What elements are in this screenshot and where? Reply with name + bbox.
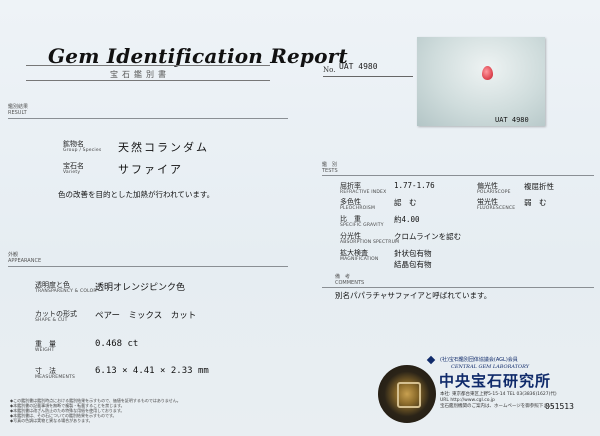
seal-emblem-icon [397,382,421,408]
serial-number: 051513 [545,402,574,411]
diamond-icon [426,355,436,365]
tests-rule [322,175,594,176]
magnification-value-2: 結晶包有物 [394,260,432,269]
report-no-underline [323,76,413,77]
fluorescence-label-en: FLUORESCENCE [477,206,516,211]
report-subtitle: 宝石鑑別書 [110,70,170,79]
result-heading: 鑑別結果 RESULT [8,104,28,116]
result-heading-en: RESULT [8,110,27,116]
report-number: UAT 4980 [339,62,378,71]
magnification-value: 針状包有物 [394,249,432,258]
ri-label-en: REFRACTIVE INDEX [340,190,387,195]
appearance-heading-en: APPEARANCE [8,258,42,264]
spectrum-value: クロムラインを認む [394,232,462,241]
cut-value: ペアー ミックス カット [95,311,197,321]
lab-address-note: 宝石鑑別機関のご案内は、ホームページを御参照下さい。 [440,404,557,409]
title-rule-bottom [26,80,270,81]
polariscope-label-en: POLARISCOPE [477,190,511,195]
lab-name-jp: 中央宝石研究所 [439,372,552,390]
tests-heading: 鑑 別 TESTS [322,162,338,174]
footnotes: ◆この鑑別書は鑑別時点における鑑別結果を示すもので、価値を証明するものではありま… [10,398,200,423]
photo-id-label: UAT 4980 [495,116,529,124]
species-label-en: Group / Species [63,148,102,153]
polariscope-value: 複屈折性 [524,182,554,191]
weight-value: 0.468 ct [95,339,139,349]
measurements-value: 6.13 × 4.41 × 2.33 mm [95,366,209,376]
footnote-item: ◆写真の色調は実物と異なる場合があります。 [10,418,93,423]
lab-seal [378,365,436,423]
magnification-label-en: MAGNIFICATION [340,257,379,262]
appearance-heading: 外観 APPEARANCE [8,252,41,264]
tests-heading-en: TESTS [322,168,338,174]
spectrum-label-en: ABSORPTION SPECTRUM [340,240,400,245]
remarks-heading-en: COMMENTS [335,280,365,286]
lab-membership: (社)宝石鑑別団体協議会(AGL)会員 [440,357,518,363]
measurements-label-en: MEASUREMENTS [35,375,76,380]
color-label-en: TRANSPARENCY & COLOR [35,289,97,294]
sg-label-en: SPECIFIC GRAVITY [340,223,384,228]
gem-photo: UAT 4980 [417,37,545,126]
report-no-label: No. [323,66,336,74]
pleochroism-label-en: PLEOCHROISM [340,206,376,211]
cut-label-en: SHAPE & CUT [35,318,68,323]
weight-label-en: WEIGHT [35,348,55,353]
remarks-heading: 備 考 COMMENTS [335,274,364,286]
appearance-rule [8,266,288,267]
color-value: 透明オレンジピンク色 [95,283,186,293]
pleochroism-value: 認 む [394,198,417,207]
remarks-text: 別名パパラチャサファイアと呼ばれています。 [335,291,492,300]
gem-image [482,66,493,80]
report-page: Gem Identification Report 宝石鑑別書 No. UAT … [0,0,600,436]
variety-value: サファイア [118,163,183,176]
treatment-note: 色の改善を目的とした加熱が行われています。 [58,190,215,199]
title-rule-top [26,65,270,66]
lab-address: 本社: 東京都台東区上野5-15-14 TEL 03(3836)1627(代) … [440,392,557,410]
remarks-rule [322,287,594,288]
sg-value: 約4.00 [394,215,420,224]
species-value: 天然コランダム [118,141,209,154]
variety-label-en: Variety [63,170,81,175]
result-rule [8,118,288,119]
ri-value: 1.77-1.76 [394,181,435,190]
fluorescence-value: 弱 む [524,198,547,207]
